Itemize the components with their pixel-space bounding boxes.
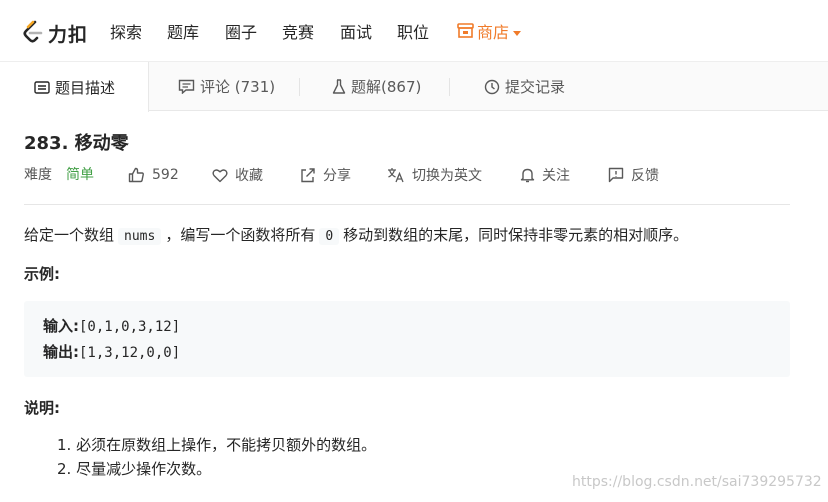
example-input-value: [0,1,0,3,12]	[79, 319, 181, 335]
clock-icon	[484, 79, 500, 95]
problem-description: 给定一个数组 nums ，编写一个函数将所有 0 移动到数组的末尾，同时保持非零元素的相…	[24, 223, 688, 249]
description-text: 移动到数组的末尾，同时保持非零元素的相对顺序。	[343, 226, 689, 244]
tab-label: 题目描述	[55, 78, 116, 97]
share-label: 分享	[323, 168, 351, 184]
tab-label: 提交记录	[505, 78, 566, 96]
nav-jobs[interactable]: 职位	[397, 22, 429, 44]
logo[interactable]: 力扣	[22, 19, 88, 47]
switch-language-label: 切换为英文	[412, 168, 482, 184]
heart-icon	[212, 168, 228, 183]
like-count: 592	[152, 167, 179, 183]
translate-icon	[387, 167, 405, 183]
watermark: https://blog.csdn.net/sai739295732	[572, 474, 822, 490]
list-item: 1. 必须在原数组上操作，不能拷贝额外的数组。	[57, 436, 377, 454]
tab-label: 评论 (731)	[200, 78, 276, 96]
notes-heading: 说明:	[24, 399, 60, 417]
divider	[24, 204, 790, 205]
share-icon	[300, 167, 316, 183]
description-text: ，编写一个函数将所有	[165, 226, 316, 244]
store-icon	[457, 22, 474, 44]
description-text: 给定一个数组	[24, 226, 115, 244]
problem-title: 283. 移动零	[24, 133, 129, 154]
favorite-button[interactable]: 收藏	[212, 164, 263, 186]
feedback-icon	[608, 167, 624, 183]
share-button[interactable]: 分享	[300, 164, 351, 186]
example-heading: 示例:	[24, 265, 60, 283]
tab-description[interactable]: 题目描述	[0, 62, 149, 112]
tab-separator	[449, 78, 450, 96]
switch-language-button[interactable]: 切换为英文	[387, 164, 482, 186]
tab-label: 题解(867)	[351, 78, 422, 96]
example-input-label: 输入:	[43, 317, 79, 335]
description-icon	[34, 80, 50, 94]
nav-circle[interactable]: 圈子	[225, 22, 257, 44]
example-output-label: 输出:	[43, 343, 79, 361]
nav-contest[interactable]: 竞赛	[282, 22, 314, 44]
example-code-block: 输入:[0,1,0,3,12] 输出:[1,3,12,0,0]	[24, 301, 790, 377]
thumbs-up-icon	[128, 167, 145, 183]
nav-problems[interactable]: 题库	[167, 22, 199, 44]
nav-store[interactable]: 商店	[457, 22, 522, 44]
bell-icon	[520, 167, 535, 183]
flask-icon	[332, 78, 346, 95]
tab-submissions[interactable]: 提交记录	[484, 62, 565, 111]
feedback-label: 反馈	[631, 168, 659, 184]
difficulty-badge: 简单	[66, 167, 94, 183]
top-navigation: 力扣 探索 题库 圈子 竞赛 面试 职位 商店	[0, 0, 828, 62]
follow-button[interactable]: 关注	[520, 164, 570, 186]
brand-name: 力扣	[48, 23, 89, 46]
inline-code: 0	[319, 228, 340, 245]
inline-code: nums	[118, 228, 162, 245]
nav-explore[interactable]: 探索	[110, 22, 142, 44]
difficulty-label: 难度	[24, 167, 52, 183]
tab-separator	[299, 78, 300, 96]
comment-icon	[178, 79, 195, 94]
chevron-down-icon	[513, 30, 522, 36]
list-item: 2. 尽量减少操作次数。	[57, 460, 212, 478]
leetcode-logo-icon	[22, 20, 44, 46]
feedback-button[interactable]: 反馈	[608, 164, 659, 186]
notes-list: 1. 必须在原数组上操作，不能拷贝额外的数组。 2. 尽量减少操作次数。	[57, 433, 376, 481]
tab-comments[interactable]: 评论 (731)	[178, 62, 275, 111]
problem-meta-row: 难度 简单 592 收藏 分享 切换为英文 关注 反馈	[24, 164, 794, 186]
follow-label: 关注	[542, 168, 570, 184]
example-output-line: 输出:[1,3,12,0,0]	[43, 340, 180, 365]
store-label: 商店	[477, 23, 510, 42]
tab-bar: 题目描述 评论 (731) 题解(867) 提交记录	[0, 62, 828, 112]
favorite-label: 收藏	[235, 168, 263, 184]
example-output-value: [1,3,12,0,0]	[79, 345, 181, 361]
like-button[interactable]: 592	[128, 164, 179, 186]
example-input-line: 输入:[0,1,0,3,12]	[43, 314, 180, 339]
tab-solutions[interactable]: 题解(867)	[332, 62, 421, 111]
nav-interview[interactable]: 面试	[340, 22, 372, 44]
